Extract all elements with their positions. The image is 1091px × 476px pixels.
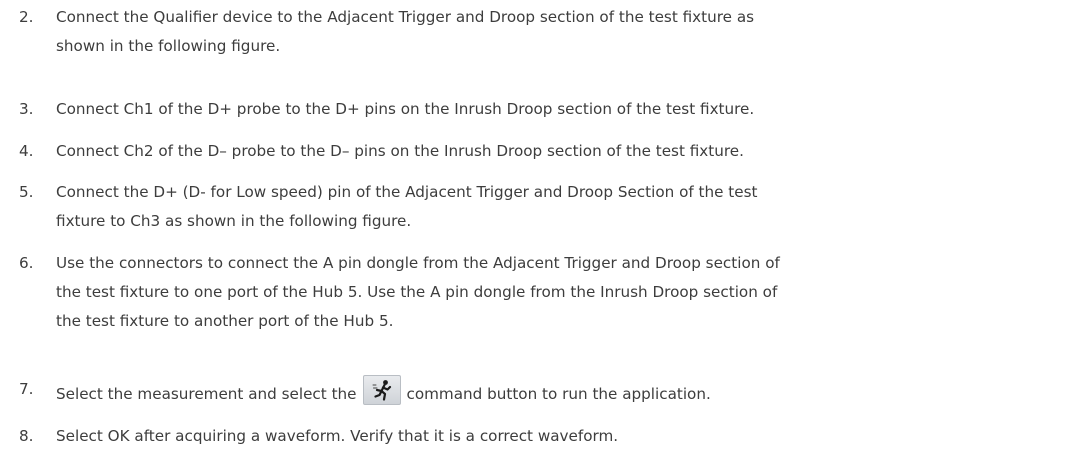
step-number: 3.: [19, 100, 34, 118]
step-line: Connect the D+ (D- for Low speed) pin of…: [56, 183, 758, 201]
step-text: Connect the Qualifier device to the Adja…: [56, 3, 1086, 61]
step-number: 8.: [19, 427, 34, 445]
run-icon: [362, 375, 401, 405]
step-number: 2.: [19, 8, 34, 26]
step-line: Connect the Qualifier device to the Adja…: [56, 8, 755, 26]
step-text-after: command button to run the application.: [406, 385, 711, 403]
step-number: 4.: [19, 142, 34, 160]
step-text: Use the connectors to connect the A pin …: [56, 249, 1086, 336]
step-text: Select OK after acquiring a waveform. Ve…: [56, 422, 1086, 451]
step-line: fixture to Ch3 as shown in the following…: [56, 212, 412, 230]
step-line: Select OK after acquiring a waveform. Ve…: [56, 427, 619, 445]
step-text: Select the measurement and select the co…: [56, 375, 1086, 409]
step-text: Connect Ch1 of the D+ probe to the D+ pi…: [56, 95, 1086, 124]
step-text: Connect Ch2 of the D– probe to the D– pi…: [56, 137, 1086, 166]
step-number: 5.: [19, 183, 34, 201]
step-line: Connect Ch1 of the D+ probe to the D+ pi…: [56, 100, 755, 118]
step-line: Connect Ch2 of the D– probe to the D– pi…: [56, 142, 744, 160]
step-number: 7.: [19, 380, 34, 398]
step-line: the test fixture to one port of the Hub …: [56, 283, 778, 301]
step-line: shown in the following figure.: [56, 37, 281, 55]
step-line: the test fixture to another port of the …: [56, 312, 394, 330]
step-line: Use the connectors to connect the A pin …: [56, 254, 780, 272]
step-number: 6.: [19, 254, 34, 272]
step-text: Connect the D+ (D- for Low speed) pin of…: [56, 178, 1086, 236]
step-text-before: Select the measurement and select the: [56, 385, 357, 403]
